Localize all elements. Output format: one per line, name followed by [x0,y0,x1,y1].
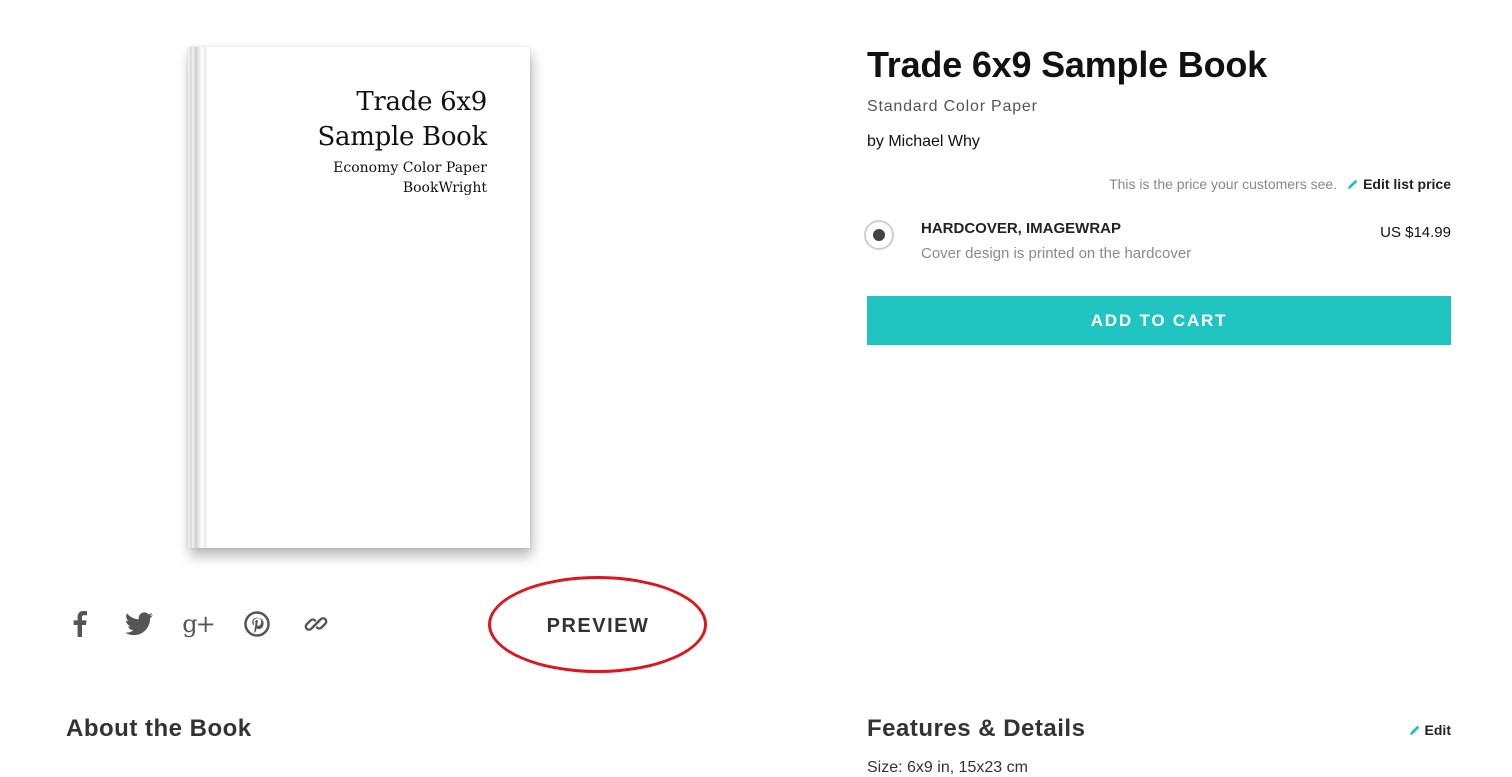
book-spine [188,47,208,548]
option-description: Cover design is printed on the hardcover [921,245,1192,262]
pinterest-icon[interactable] [243,610,271,638]
add-to-cart-button[interactable]: ADD TO CART [867,296,1451,345]
features-edit-label: Edit [1424,722,1451,738]
pencil-icon [1348,179,1358,189]
features-details-heading: Features & Details [867,715,1086,742]
paper-type: Standard Color Paper [867,98,1038,115]
edit-list-price-link[interactable]: Edit list price [1347,176,1451,192]
features-size-line: Size: 6x9 in, 15x23 cm [867,759,1028,776]
price-note-row: This is the price your customers see. Ed… [1109,176,1451,192]
product-title: Trade 6x9 Sample Book [867,44,1267,85]
hardcover-option-radio[interactable] [864,220,894,250]
book-cover: Trade 6x9 Sample Book Economy Color Pape… [188,47,530,548]
price-note: This is the price your customers see. [1109,176,1338,192]
pencil-icon [1409,725,1419,735]
option-name: HARDCOVER, IMAGEWRAP [921,220,1122,237]
cover-title-line2: Sample Book [317,122,488,152]
link-icon[interactable] [302,610,330,638]
edit-list-price-label: Edit list price [1363,176,1451,192]
features-edit-link[interactable]: Edit [1409,722,1451,738]
cover-text: Trade 6x9 Sample Book Economy Color Pape… [317,85,488,198]
author-line: by Michael Why [867,133,980,150]
google-plus-icon[interactable]: g+ [182,610,216,638]
cover-paper: Economy Color Paper [333,160,487,176]
about-book-heading: About the Book [66,715,252,742]
cover-publisher: BookWright [402,180,487,196]
share-bar: g+ [66,604,361,644]
google-plus-glyph: g+ [182,610,216,638]
radio-selected-dot [873,229,885,241]
facebook-icon[interactable] [66,610,94,638]
cover-title-line1: Trade 6x9 [356,87,487,117]
twitter-icon[interactable] [125,610,153,638]
preview-button[interactable]: PREVIEW [500,608,696,644]
option-price: US $14.99 [1380,224,1451,241]
